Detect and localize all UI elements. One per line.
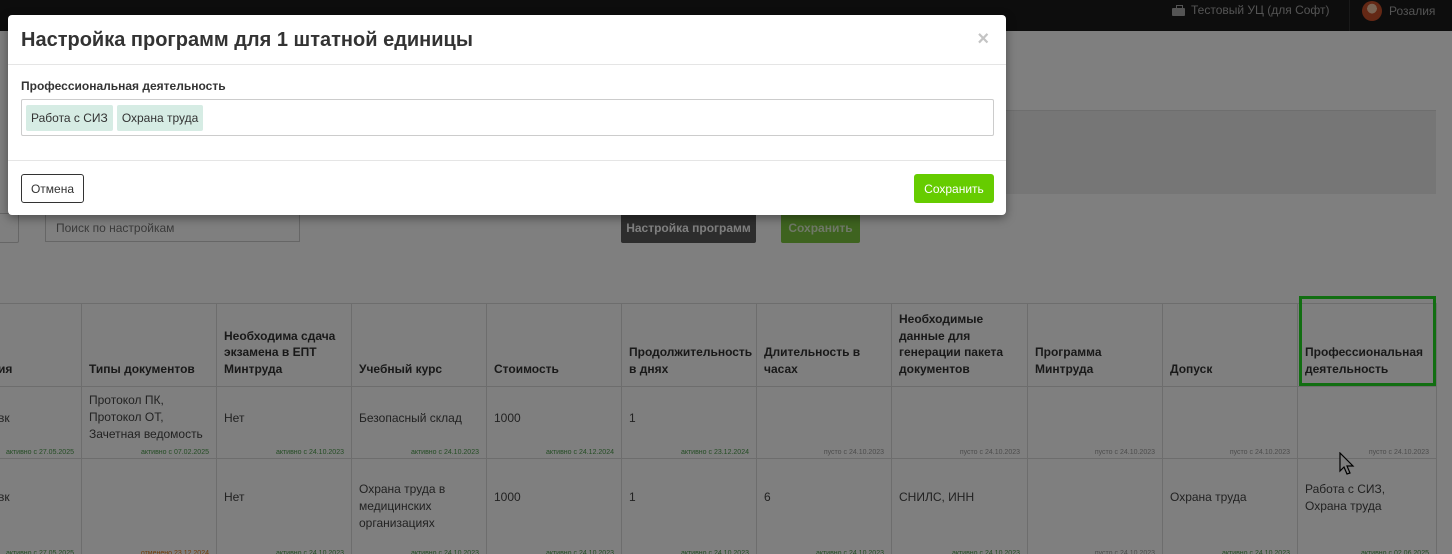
selected-tag[interactable]: Охрана труда (116, 104, 204, 131)
selected-tag[interactable]: Работа с СИЗ (26, 104, 113, 131)
modal-body: Профессиональная деятельность Работа с С… (8, 65, 1006, 161)
modal-header: Настройка программ для 1 штатной единицы… (8, 15, 1006, 65)
modal-title: Настройка программ для 1 штатной единицы (21, 29, 473, 51)
close-icon[interactable]: × (977, 28, 989, 51)
professional-activity-tag-input[interactable]: Работа с СИЗ Охрана труда (21, 99, 994, 136)
program-settings-modal: Настройка программ для 1 штатной единицы… (8, 15, 1006, 215)
cancel-button[interactable]: Отмена (21, 174, 84, 203)
save-button[interactable]: Сохранить (914, 174, 994, 203)
professional-activity-label: Профессиональная деятельность (21, 79, 226, 93)
